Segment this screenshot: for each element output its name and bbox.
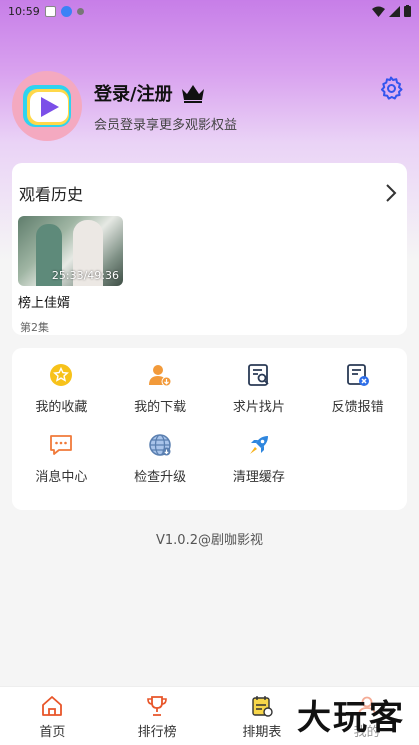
menu-item-downloads[interactable]: 我的下载 (111, 362, 210, 432)
tab-ranking[interactable]: 排行榜 (105, 687, 210, 745)
menu-item-check-update[interactable]: 检查升级 (111, 432, 210, 502)
avatar[interactable] (12, 71, 82, 141)
feedback-doc-icon (345, 362, 371, 388)
settings-gear-icon[interactable] (379, 76, 403, 104)
battery-icon (404, 5, 411, 17)
status-time: 10:59 (8, 4, 40, 18)
menu-label: 消息中心 (35, 470, 88, 485)
download-notification-icon (60, 5, 72, 17)
menu-label: 反馈报错 (331, 400, 384, 415)
history-item[interactable]: 25:33/49:36 榜上佳婿 第2集 (18, 216, 123, 335)
video-title: 榜上佳婿 (18, 296, 71, 311)
video-thumbnail[interactable]: 25:33/49:36 (18, 216, 123, 286)
trophy-icon (146, 695, 168, 717)
menu-item-request-movie[interactable]: 求片找片 (210, 362, 309, 432)
menu-item-favorites[interactable]: 我的收藏 (12, 362, 111, 432)
watch-progress: 25:33/49:36 (51, 269, 119, 282)
crown-icon (181, 83, 205, 103)
menu-label: 检查升级 (134, 470, 187, 485)
home-icon (41, 695, 63, 717)
globe-icon (147, 432, 173, 458)
watch-history-header[interactable]: 观看历史 (12, 163, 407, 223)
message-icon (48, 432, 74, 458)
profile-section: 登录/注册 会员登录享更多观影权益 (12, 70, 407, 142)
shield-notification-icon (76, 7, 84, 15)
status-bar: 10:59 (0, 0, 419, 22)
chevron-right-icon[interactable] (385, 183, 397, 203)
membership-subtitle: 会员登录享更多观影权益 (94, 117, 238, 133)
wifi-icon (372, 6, 385, 17)
login-register-link[interactable]: 登录/注册 (94, 80, 237, 106)
menu-label: 清理缓存 (232, 470, 285, 485)
play-logo-icon (23, 85, 71, 127)
menu-grid-card: 我的收藏 我的下载 求片找片 反馈报错 消息中心 检查升级 清理缓存 (12, 348, 407, 510)
menu-item-messages[interactable]: 消息中心 (12, 432, 111, 502)
schedule-icon (251, 695, 273, 717)
star-icon (48, 362, 74, 388)
login-label: 登录/注册 (94, 83, 173, 105)
watch-history-title: 观看历史 (19, 185, 84, 204)
menu-item-clear-cache[interactable]: 清理缓存 (210, 432, 309, 502)
user-download-icon (147, 362, 173, 388)
menu-item-feedback[interactable]: 反馈报错 (308, 362, 407, 432)
menu-label: 求片找片 (232, 400, 285, 415)
watermark: 大玩客 (297, 690, 405, 739)
tab-label: 排行榜 (137, 725, 177, 740)
tab-label: 首页 (39, 725, 66, 740)
menu-label: 我的下载 (134, 400, 187, 415)
signal-icon (389, 5, 400, 17)
version-label: V1.0.2@剧咖影视 (156, 533, 263, 548)
search-doc-icon (246, 362, 272, 388)
tab-label: 排期表 (242, 725, 282, 740)
episode-label: 第2集 (20, 321, 49, 334)
rocket-icon (246, 432, 272, 458)
tab-home[interactable]: 首页 (0, 687, 105, 745)
menu-label: 我的收藏 (35, 400, 88, 415)
watch-history-card: 观看历史 25:33/49:36 榜上佳婿 第2集 (12, 163, 407, 335)
notification-icon (44, 5, 56, 17)
